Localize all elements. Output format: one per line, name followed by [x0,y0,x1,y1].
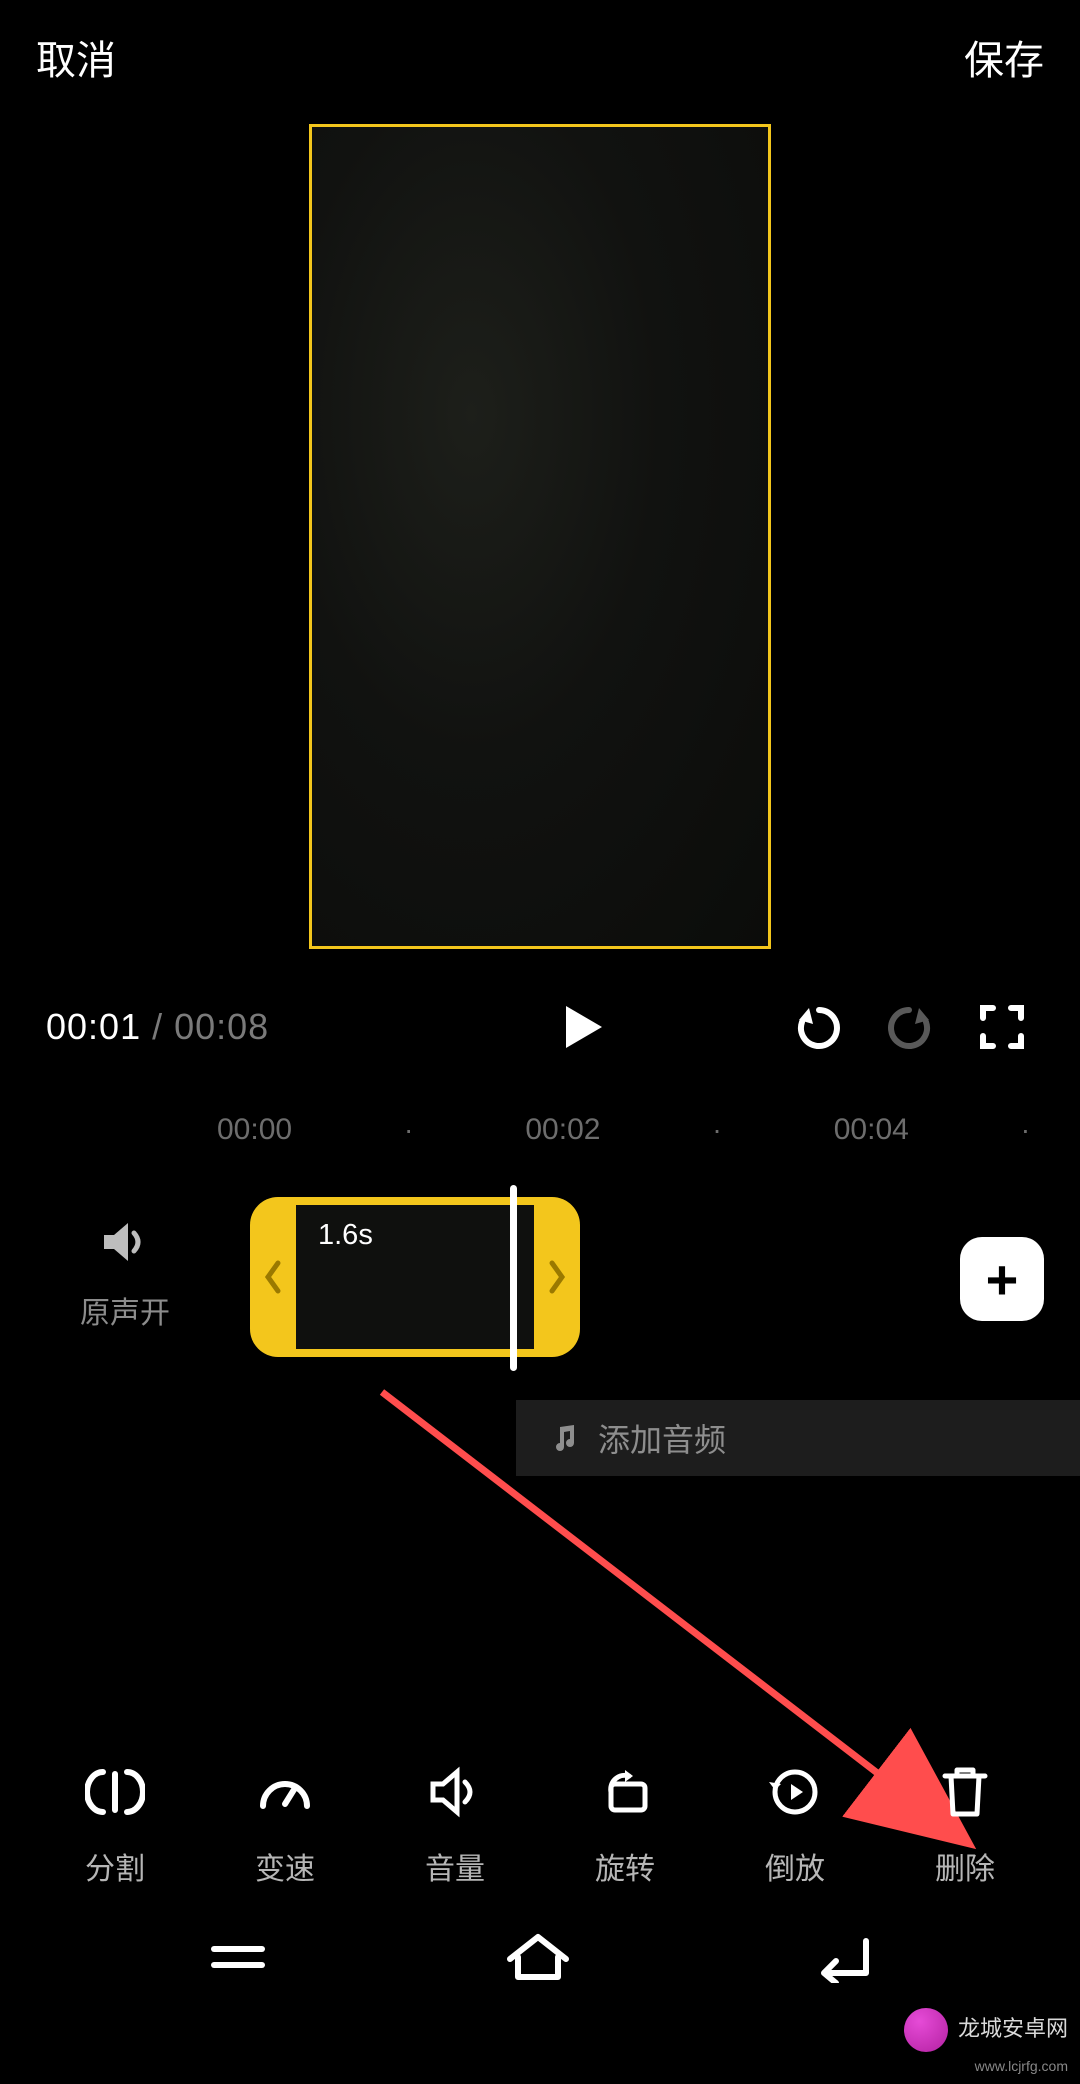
timeline-ruler: 00:00 · 00:02 · 00:04 · [0,1113,1080,1147]
speaker-icon [98,1215,152,1269]
clip-thumbnail: 1.6s [296,1205,534,1349]
play-icon [564,1004,604,1050]
redo-button[interactable] [878,995,942,1059]
save-button[interactable]: 保存 [964,28,1044,86]
nav-back-button[interactable] [806,1931,874,1988]
chevron-left-icon [263,1260,283,1294]
undo-button[interactable] [786,995,850,1059]
menu-icon [206,1933,270,1981]
clip-duration: 1.6s [318,1219,373,1252]
original-sound-label: 原声开 [80,1288,170,1332]
original-sound-toggle[interactable]: 原声开 [80,1215,170,1332]
ruler-tick: 00:02 [508,1113,617,1147]
add-audio-label: 添加音频 [598,1415,726,1461]
add-audio-button[interactable]: 添加音频 [516,1400,1080,1476]
watermark-badge-icon [904,2008,948,2052]
timecode: 00:01 / 00:08 [46,1006,269,1048]
reverse-button[interactable]: 倒放 [720,1758,870,1888]
clip-handle-right[interactable] [534,1197,580,1357]
time-total: 00:08 [174,1006,269,1047]
home-icon [502,1929,574,1985]
rotate-button[interactable]: 旋转 [550,1758,700,1888]
preview-frame [309,124,771,949]
fullscreen-button[interactable] [970,995,1034,1059]
video-clip[interactable]: 1.6s [250,1197,580,1357]
music-note-icon [550,1423,580,1453]
chevron-right-icon [547,1260,567,1294]
undo-icon [793,1002,843,1052]
back-icon [806,1931,874,1983]
ruler-tick: 00:00 [200,1113,309,1147]
nav-menu-button[interactable] [206,1933,270,1986]
cancel-button[interactable]: 取消 [36,28,116,86]
add-clip-button[interactable]: + [960,1237,1044,1321]
volume-icon [425,1762,485,1822]
trash-icon [937,1762,993,1822]
video-preview[interactable] [0,124,1080,949]
fullscreen-icon [979,1004,1025,1050]
nav-home-button[interactable] [502,1929,574,1990]
play-button[interactable] [560,1003,608,1051]
playhead[interactable] [510,1185,517,1371]
speed-button[interactable]: 变速 [210,1758,360,1888]
split-button[interactable]: 分割 [40,1758,190,1888]
ruler-tick: 00:04 [817,1113,926,1147]
clip-handle-left[interactable] [250,1197,296,1357]
redo-icon [885,1002,935,1052]
delete-button[interactable]: 删除 [890,1758,1040,1888]
time-current: 00:01 [46,1006,141,1047]
split-icon [85,1762,145,1822]
plus-icon: + [986,1247,1019,1312]
watermark: 龙城安卓网 www.lcjrfg.com [904,2008,1068,2076]
rotate-icon [595,1762,655,1822]
speed-icon [255,1762,315,1822]
volume-button[interactable]: 音量 [380,1758,530,1888]
reverse-icon [765,1762,825,1822]
